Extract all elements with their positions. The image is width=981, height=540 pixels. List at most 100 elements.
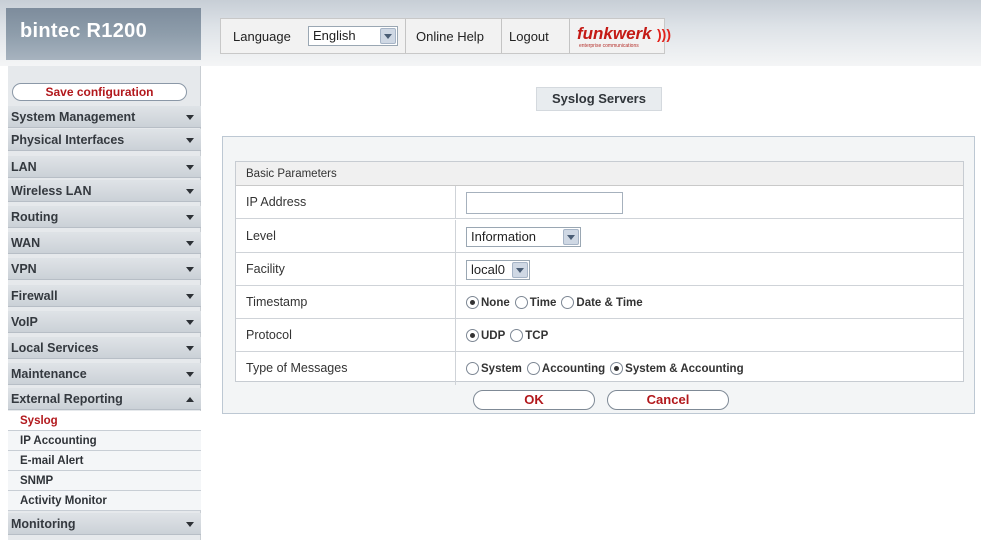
toolbar-divider <box>569 19 570 53</box>
sidebar-item-maintenance[interactable]: Maintenance <box>8 363 201 385</box>
radio-unchecked-icon <box>466 362 479 375</box>
language-select[interactable]: English <box>308 26 398 46</box>
sidebar-item-vpn[interactable]: VPN <box>8 258 201 280</box>
chevron-down-icon <box>563 228 579 245</box>
row-divider <box>455 352 456 385</box>
settings-panel: Basic Parameters IP Address Level Inform… <box>222 136 975 414</box>
sidebar-subitem-activity-monitor[interactable]: Activity Monitor <box>8 491 201 511</box>
sidebar-item-physical-interfaces[interactable]: Physical Interfaces <box>8 129 201 151</box>
logo-subtitle: enterprise communications <box>579 43 639 49</box>
form-buttons: OK Cancel <box>223 389 974 413</box>
sidebar-item-label: External Reporting <box>11 392 123 406</box>
caret-down-icon <box>186 115 194 120</box>
caret-down-icon <box>186 346 194 351</box>
radio-label: None <box>481 296 510 309</box>
row-divider <box>455 253 456 286</box>
radio-unchecked-icon <box>510 329 524 342</box>
message-type-label: Type of Messages <box>246 361 348 375</box>
msgtype-radio-system[interactable]: System <box>466 362 522 375</box>
sidebar-item-firewall[interactable]: Firewall <box>8 285 201 307</box>
sidebar-item-external-reporting[interactable]: External Reporting <box>8 388 201 410</box>
facility-row: Facility local0 <box>236 253 963 286</box>
sidebar-item-monitoring[interactable]: Monitoring <box>8 513 201 535</box>
sidebar-item-label: Local Services <box>11 341 99 355</box>
msgtype-radio-accounting[interactable]: Accounting <box>526 362 606 375</box>
sidebar-item-voip[interactable]: VoIP <box>8 311 201 333</box>
sidebar-subitem-syslog[interactable]: Syslog <box>8 411 201 431</box>
facility-label: Facility <box>246 262 285 276</box>
facility-select[interactable]: local0 <box>466 259 530 280</box>
sidebar-item-label: Firewall <box>11 289 58 303</box>
logout-link[interactable]: Logout <box>509 19 549 53</box>
sidebar-item-label: Monitoring <box>11 517 76 531</box>
brand-title: bintec R1200 <box>20 20 147 42</box>
sidebar-item-local-services[interactable]: Local Services <box>8 337 201 359</box>
caret-down-icon <box>186 522 194 527</box>
level-label: Level <box>246 229 276 243</box>
protocol-radio-tcp[interactable]: TCP <box>510 329 548 342</box>
radio-unchecked-icon <box>526 362 540 375</box>
sidebar-item-lan[interactable]: LAN <box>8 156 201 178</box>
page-title: Syslog Servers <box>536 87 662 111</box>
facility-select-value: local0 <box>471 261 505 277</box>
ip-address-input[interactable] <box>466 191 623 214</box>
top-toolbar: Language English Online Help Logout funk… <box>220 18 671 54</box>
sidebar-subitem-email-alert[interactable]: E-mail Alert <box>8 451 201 471</box>
sidebar-item-label: VPN <box>11 262 37 276</box>
sidebar: Save configuration System Management Phy… <box>8 66 201 540</box>
sidebar-item-label: LAN <box>11 160 37 174</box>
sidebar-subitem-snmp[interactable]: SNMP <box>8 471 201 491</box>
protocol-label: Protocol <box>246 328 292 342</box>
radio-unchecked-icon <box>514 296 528 309</box>
timestamp-radio-date-time[interactable]: Date & Time <box>561 296 643 309</box>
protocol-radio-udp[interactable]: UDP <box>466 329 505 342</box>
header-bar: bintec R1200 Language English Online Hel… <box>0 0 981 66</box>
sidebar-item-routing[interactable]: Routing <box>8 206 201 228</box>
online-help-link[interactable]: Online Help <box>416 19 484 53</box>
level-row: Level Information <box>236 220 963 253</box>
caret-down-icon <box>186 241 194 246</box>
sidebar-item-label: WAN <box>11 236 41 250</box>
funkwerk-logo: funkwerk ))) enterprise communications <box>577 22 671 52</box>
caret-down-icon <box>186 267 194 272</box>
caret-down-icon <box>186 189 194 194</box>
toolbar-divider <box>405 19 406 53</box>
sidebar-item-label: Wireless LAN <box>11 184 92 198</box>
sidebar-item-wan[interactable]: WAN <box>8 232 201 254</box>
radio-label: UDP <box>481 329 506 342</box>
protocol-row: Protocol UDP TCP <box>236 319 963 352</box>
row-divider <box>455 186 456 219</box>
chevron-down-icon <box>512 261 528 278</box>
radio-label: TCP <box>525 329 549 342</box>
brand-box: bintec R1200 <box>6 8 201 60</box>
sidebar-item-system-management[interactable]: System Management <box>8 106 201 128</box>
caret-down-icon <box>186 215 194 220</box>
caret-down-icon <box>186 165 194 170</box>
sidebar-item-label: Maintenance <box>11 367 87 381</box>
section-header: Basic Parameters <box>236 162 963 186</box>
save-configuration-button[interactable]: Save configuration <box>12 83 187 101</box>
level-select[interactable]: Information <box>466 226 581 247</box>
radio-label: System & Accounting <box>625 362 744 375</box>
radio-label: Time <box>529 296 557 309</box>
timestamp-radio-time[interactable]: Time <box>514 296 557 309</box>
radio-label: Accounting <box>541 362 606 375</box>
row-divider <box>455 220 456 253</box>
ip-address-label: IP Address <box>246 195 307 209</box>
row-divider <box>455 286 456 319</box>
ip-address-row: IP Address <box>236 186 963 219</box>
radio-checked-icon <box>466 329 479 342</box>
chevron-down-icon <box>380 28 396 44</box>
signal-waves-icon: ))) <box>657 26 671 42</box>
caret-up-icon <box>186 397 194 402</box>
caret-down-icon <box>186 372 194 377</box>
sidebar-item-label: Physical Interfaces <box>11 133 125 147</box>
cancel-button[interactable]: Cancel <box>607 390 729 410</box>
ok-button[interactable]: OK <box>473 390 595 410</box>
msgtype-radio-system-accounting[interactable]: System & Accounting <box>610 362 744 375</box>
radio-checked-icon <box>466 296 479 309</box>
timestamp-radio-none[interactable]: None <box>466 296 510 309</box>
sidebar-item-wireless-lan[interactable]: Wireless LAN <box>8 180 201 202</box>
sidebar-subitem-ip-accounting[interactable]: IP Accounting <box>8 431 201 451</box>
message-type-row: Type of Messages System Accounting Syste… <box>236 352 963 385</box>
